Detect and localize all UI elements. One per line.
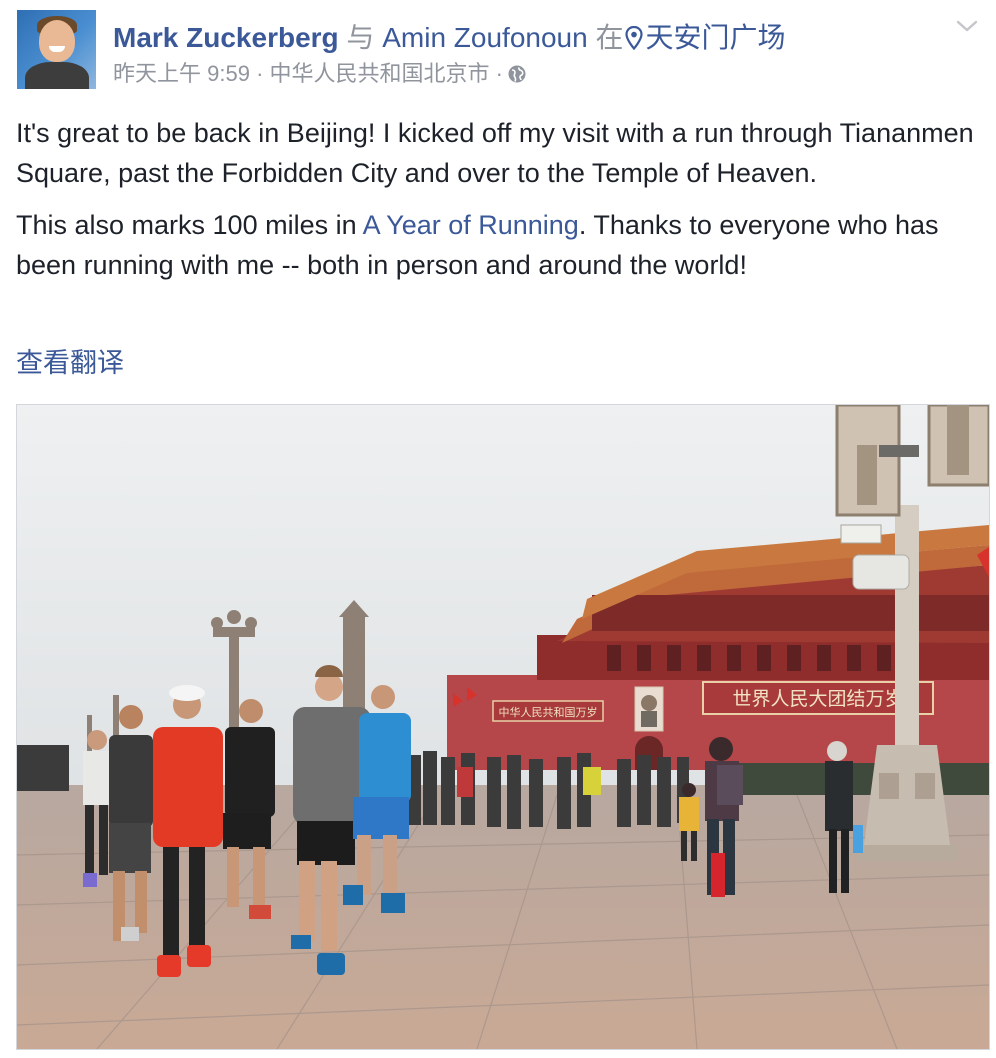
avatar[interactable]: [17, 10, 96, 89]
globe-icon[interactable]: [507, 64, 527, 84]
place-link[interactable]: 天安门广场: [645, 22, 785, 53]
post-header: Mark Zuckerberg 与 Amin Zoufonoun 在天安门广场 …: [17, 10, 979, 92]
see-translation-link[interactable]: 查看翻译: [16, 344, 124, 382]
chevron-down-icon[interactable]: [953, 16, 981, 36]
location-pin-icon: [625, 26, 644, 50]
at-word: 在: [595, 22, 624, 53]
post-paragraph: This also marks 100 miles in A Year of R…: [16, 205, 976, 285]
post-title-line: Mark Zuckerberg 与 Amin Zoufonoun 在天安门广场: [113, 20, 786, 56]
year-of-running-link[interactable]: A Year of Running: [363, 210, 579, 240]
photo-banner-text: 世界人民大团结万岁: [732, 688, 903, 710]
meta-separator: ·: [495, 61, 503, 86]
with-word: 与: [346, 22, 375, 53]
author-link[interactable]: Mark Zuckerberg: [113, 22, 339, 53]
post-photo[interactable]: 世界人民大团结万岁 中华人民共和国万岁: [16, 404, 990, 1050]
post-body: It's great to be back in Beijing! I kick…: [16, 113, 976, 297]
tagged-user-link[interactable]: Amin Zoufonoun: [382, 22, 587, 53]
post-paragraph: It's great to be back in Beijing! I kick…: [16, 118, 974, 188]
post-meta-line: 昨天上午 9:59 · 中华人民共和国北京市 ·: [113, 59, 527, 89]
photo-left-banner-text: 中华人民共和国万岁: [499, 705, 598, 719]
tiananmen-run-photo: 世界人民大团结万岁 中华人民共和国万岁: [17, 405, 989, 1049]
meta-separator: ·: [256, 61, 264, 86]
location-link[interactable]: 中华人民共和国北京市: [270, 61, 490, 86]
paragraph-text: This also marks 100 miles in: [16, 210, 363, 240]
timestamp-link[interactable]: 昨天上午 9:59: [113, 61, 250, 86]
